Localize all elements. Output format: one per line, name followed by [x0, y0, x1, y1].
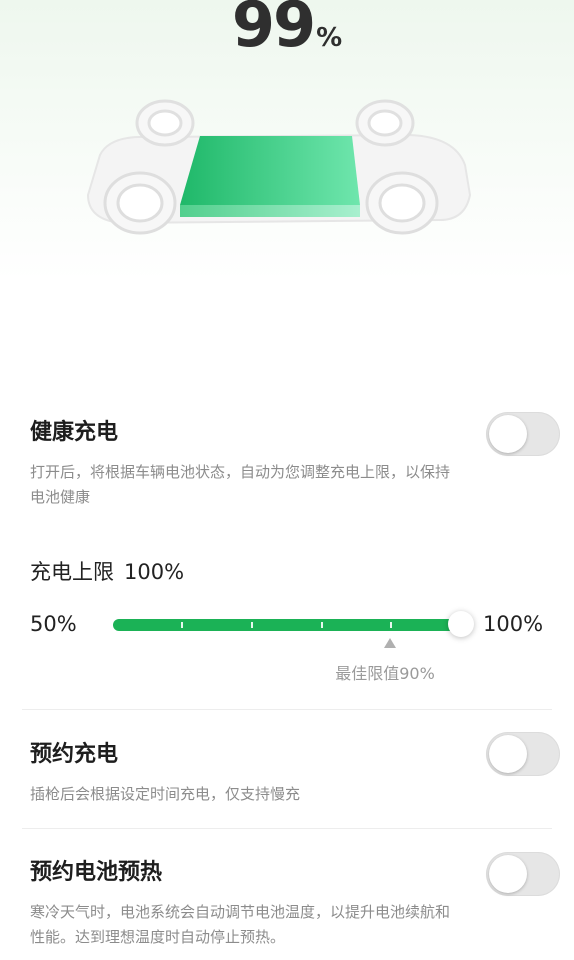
battery-preheat-toggle[interactable]	[486, 852, 560, 896]
battery-preheat-section: 预约电池预热 寒冷天气时，电池系统会自动调节电池温度，以提升电池续航和性能。达到…	[30, 854, 554, 950]
toggle-knob	[489, 855, 527, 893]
scheduled-charging-section: 预约充电 插枪后会根据设定时间充电，仅支持慢充	[30, 736, 554, 807]
battery-percentage-unit: %	[316, 23, 343, 53]
scheduled-charging-toggle[interactable]	[486, 732, 560, 776]
car-battery-illustration	[86, 99, 472, 235]
battery-preheat-description: 寒冷天气时，电池系统会自动调节电池温度，以提升电池续航和性能。达到理想温度时自动…	[30, 903, 451, 946]
charge-limit-value: 100%	[124, 560, 185, 584]
scheduled-charging-description: 插枪后会根据设定时间充电，仅支持慢充	[30, 785, 301, 803]
divider	[22, 828, 552, 829]
wheel-rear-left	[135, 99, 195, 147]
slider-min-label: 50%	[30, 612, 77, 636]
battery-percentage: 99%	[0, 0, 574, 61]
charge-limit-slider[interactable]	[113, 619, 463, 631]
slider-max-label: 100%	[483, 612, 544, 636]
health-charging-description: 打开后，将根据车辆电池状态，自动为您调整充电上限，以保持电池健康	[30, 463, 451, 506]
wheel-rear-right	[355, 99, 415, 147]
toggle-knob	[489, 735, 527, 773]
slider-tick	[390, 622, 392, 628]
battery-percentage-value: 99	[231, 0, 316, 61]
health-charging-toggle[interactable]	[486, 412, 560, 456]
slider-tick	[181, 622, 183, 628]
health-charging-title: 健康充电	[30, 420, 119, 445]
battery-pack	[180, 136, 360, 217]
best-value-marker-icon	[384, 638, 396, 648]
charge-limit-title: 充电上限	[30, 560, 114, 584]
slider-thumb[interactable]	[448, 611, 474, 637]
slider-tick	[251, 622, 253, 628]
battery-preheat-title: 预约电池预热	[30, 860, 163, 885]
divider	[22, 709, 552, 710]
toggle-knob	[489, 415, 527, 453]
wheel-front-right	[365, 171, 439, 235]
scheduled-charging-title: 预约充电	[30, 742, 119, 767]
wheel-front-left	[103, 171, 177, 235]
best-value-label: 最佳限值90%	[335, 664, 435, 683]
slider-tick	[321, 622, 323, 628]
charge-limit-label: 充电上限 100%	[30, 556, 184, 586]
health-charging-section: 健康充电 打开后，将根据车辆电池状态，自动为您调整充电上限，以保持电池健康	[30, 414, 554, 510]
